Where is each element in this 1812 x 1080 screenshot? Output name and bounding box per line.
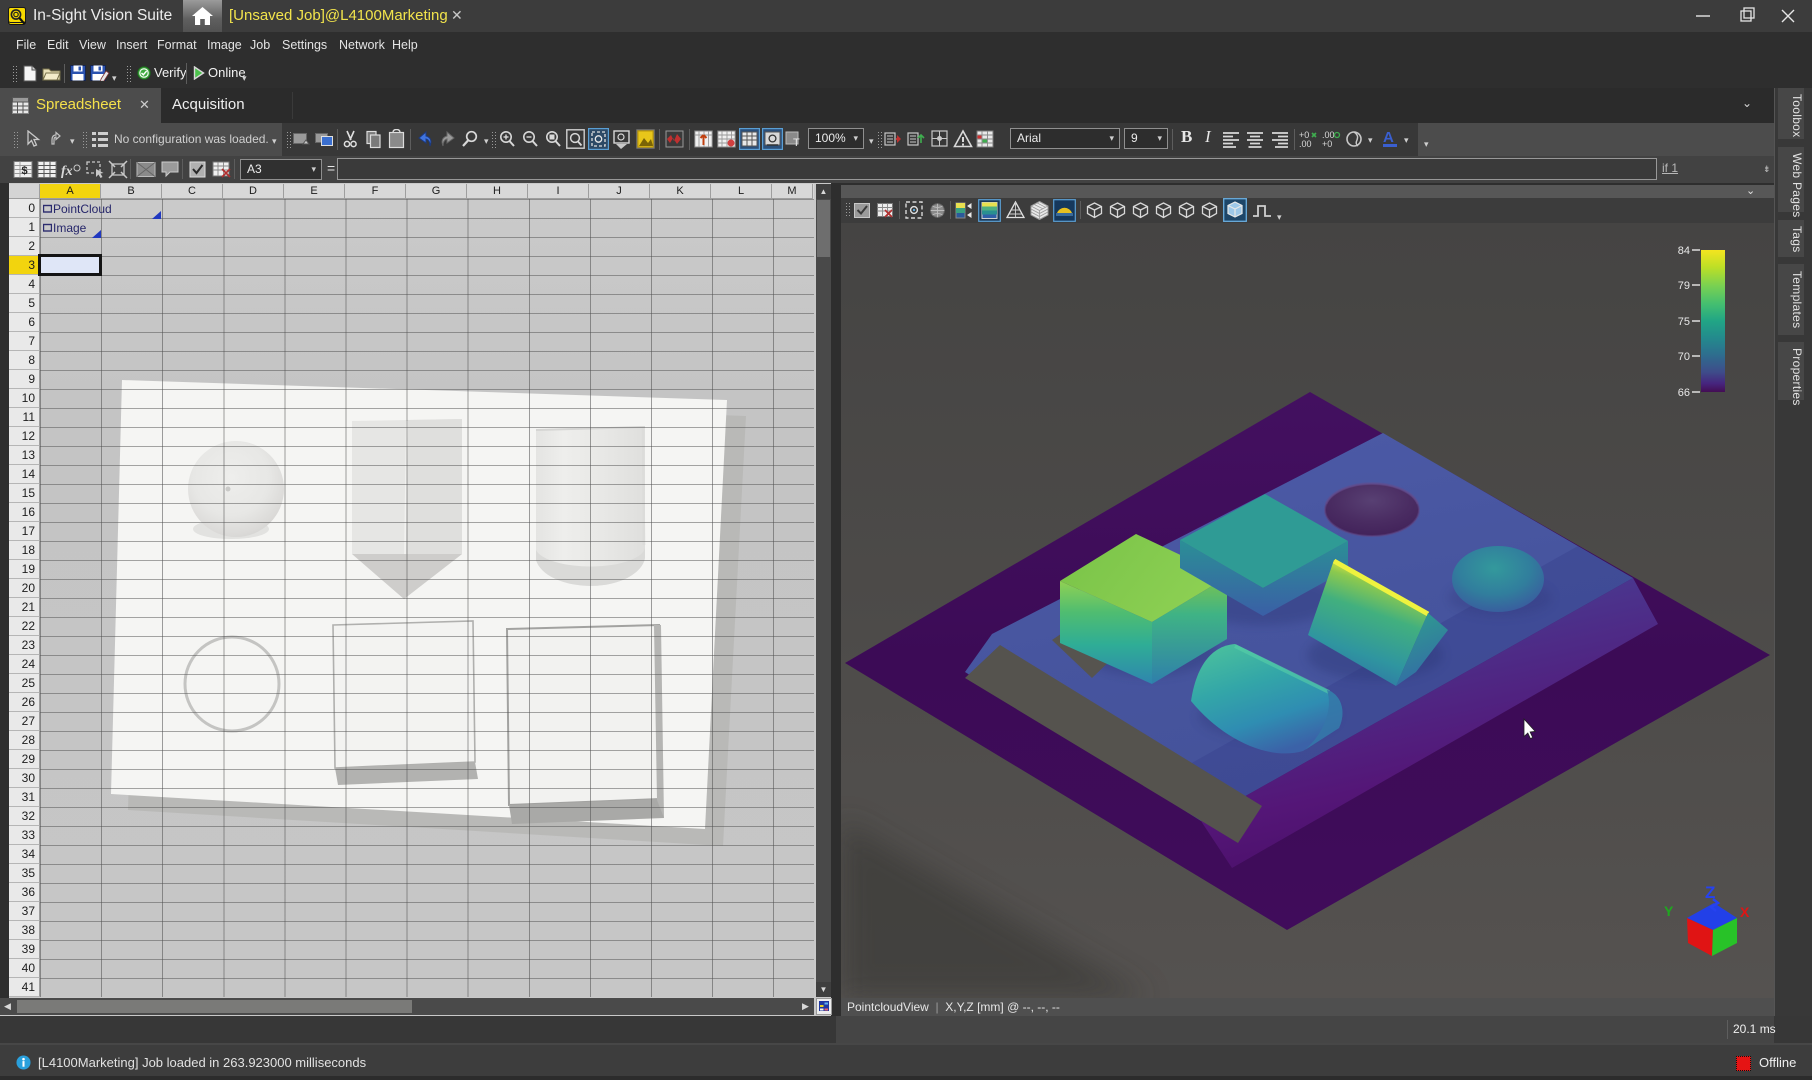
svg-text:X: X (1740, 904, 1750, 920)
svg-text:A: A (1383, 129, 1394, 146)
svg-text:Y: Y (1664, 903, 1674, 919)
svg-text:75: 75 (1678, 316, 1690, 328)
svg-text:66: 66 (1678, 387, 1690, 399)
svg-text:+0: +0 (1322, 139, 1332, 149)
svg-text:84: 84 (1678, 245, 1690, 257)
svg-text:.00: .00 (1299, 139, 1312, 149)
svg-text:fx: fx (61, 164, 73, 179)
svg-text:T: T (793, 137, 800, 149)
svg-text:70: 70 (1678, 351, 1690, 363)
svg-text:79: 79 (1678, 280, 1690, 292)
svg-text:$: $ (22, 165, 28, 177)
